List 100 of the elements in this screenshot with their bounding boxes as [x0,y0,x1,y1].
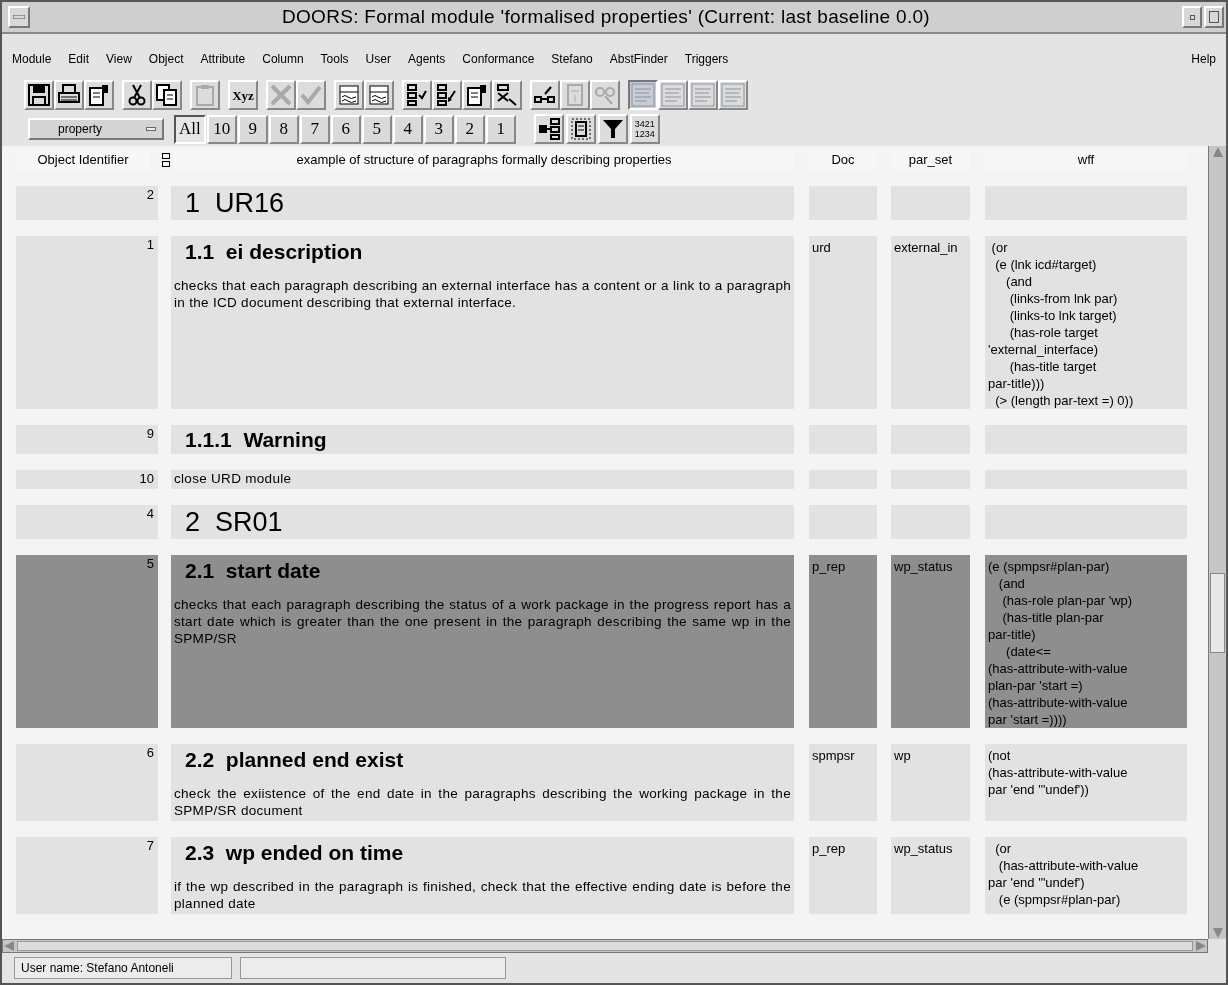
object-cell[interactable]: 2 SR01 [171,505,794,539]
level-button[interactable]: 8 [268,114,299,144]
scrollbar-thumb[interactable] [1210,573,1225,653]
minimize-button[interactable] [1182,6,1202,28]
object-heading: 2.2 planned end exist [184,747,405,773]
vertical-scrollbar[interactable] [1208,146,1226,939]
text-lines-icon [661,83,685,107]
minimize-icon [1189,14,1195,20]
row-number-cell[interactable]: 9 [16,425,158,454]
object-cell[interactable]: 1.1.1 Warning [171,425,794,454]
row-number-cell[interactable]: 1 [16,236,158,409]
list-check-button[interactable] [402,80,432,110]
list-move-button[interactable] [432,80,462,110]
maximize-icon [1209,11,1219,23]
row-number-cell[interactable]: 6 [16,744,158,821]
wff-cell: (or (has-attribute-with-value par 'end '"undef') (e (spmpsr#plan-par) [985,837,1187,914]
object-cell[interactable]: 2.2 planned end exist check the exiistence of the end date in the paragraphs describing the working package in the SPMP/SR document [171,744,794,821]
object-cell[interactable]: close URD module [171,470,794,489]
horizontal-scrollbar[interactable] [2,939,1208,953]
text-lines-icon [691,83,715,107]
save-button[interactable] [24,80,54,110]
menu-item[interactable]: Module [12,50,52,68]
par-set-cell: wp_status [891,837,970,914]
level-button[interactable]: 9 [237,114,268,144]
properties-button[interactable] [84,80,114,110]
page-select-button[interactable] [565,114,596,144]
cut-button[interactable] [122,80,152,110]
wff-cell: (not (has-attribute-with-value par 'end '"undef')) [985,744,1187,821]
row-number-cell[interactable]: 2 [16,186,158,220]
window-menu-button[interactable] [8,6,30,28]
row-number-cell[interactable]: 4 [16,505,158,539]
par-set-cell: wp [891,744,970,821]
level-button[interactable]: 2 [454,114,485,144]
menu-item[interactable]: Attribute [200,50,246,68]
sort-button[interactable]: 3421 1234 [629,114,660,144]
link-button[interactable] [530,80,560,110]
menu-item[interactable]: Conformance [462,50,535,68]
object-heading: 2.3 wp ended on time [184,840,405,866]
par-set-cell: wp_status [891,555,970,728]
level-button[interactable]: 3 [423,114,454,144]
doc-cell: p_rep [809,837,877,914]
list-icon [405,83,429,107]
level-button[interactable]: 6 [330,114,361,144]
copy-button[interactable] [152,80,182,110]
bar-icon [13,15,25,19]
user-name-status: User name: Stefano Antoneli [14,957,232,979]
outline-toggle-icon[interactable] [162,153,170,167]
text-style-button[interactable]: Xyz [228,80,258,110]
level-button[interactable]: 1 [485,114,516,144]
filter-button[interactable] [597,114,628,144]
level-button[interactable]: 10 [206,114,237,144]
scrollbar-thumb[interactable] [17,941,1193,951]
par-set-cell: external_in [891,236,970,409]
view-dropdown[interactable]: property [28,118,164,140]
window-title: DOORS: Formal module 'formalised properties' (Current: last baseline 0.0) [281,4,931,29]
print-button[interactable] [54,80,84,110]
object-cell[interactable]: 1 UR16 [171,186,794,220]
row-number-cell[interactable]: 5 [16,555,158,728]
copy-icon [155,83,179,107]
maximize-button[interactable] [1204,6,1224,28]
menu-item[interactable]: View [106,50,132,68]
hierarchy-button[interactable] [533,114,564,144]
menu-item[interactable]: Agents [407,50,446,68]
clipboard-icon [193,83,217,107]
menu-item[interactable]: Edit [68,50,90,68]
table-button[interactable] [334,80,364,110]
list-cross-icon [495,83,519,107]
object-heading: 1.1 ei description [184,239,364,265]
row-number-cell[interactable]: 10 [16,470,158,489]
level-button[interactable]: 5 [361,114,392,144]
level-button[interactable]: All [174,114,206,144]
wff-cell: (e (spmpsr#plan-par) (and (has-role plan-par 'wp) (has-title plan-par par-title) (date<= (has-attribute-with-value plan-par 'start =) (has-attribute-with-value par 'start =)))) [985,555,1187,728]
menu-item[interactable]: Tools [320,50,349,68]
dashed-page-icon [568,117,593,141]
menu-item[interactable]: Stefano [551,50,593,68]
object-cell[interactable] [171,555,794,728]
menu-item[interactable]: User [365,50,391,68]
hierarchy-icon [536,117,561,141]
level-button[interactable]: 7 [299,114,330,144]
list-arrow-icon [435,83,459,107]
menu-item[interactable]: Object [148,50,184,68]
text-lines-icon [721,83,745,107]
table-icon [367,83,391,107]
row-number-cell[interactable]: 7 [16,837,158,914]
object-cell[interactable]: 1.1 ei description checks that each paragraph describing an external interface has a content or a link to a paragraph in the ICD document describing that external interface. [171,236,794,409]
view-button[interactable] [628,80,658,110]
properties-button[interactable] [462,80,492,110]
menu-item[interactable]: AbstFinder [609,50,668,68]
menu-item[interactable]: Help [1191,50,1216,68]
menu-item[interactable]: Triggers [684,50,729,68]
table-button[interactable] [364,80,394,110]
doc-cell: spmpsr [809,744,877,821]
object-text: if the wp described in the paragraph is finished, check that the effective ending date is before the planned date [173,878,792,912]
dropdown-indicator-icon [146,127,156,131]
menu-item[interactable]: Column [262,50,304,68]
level-button[interactable]: 4 [392,114,423,144]
list-delete-button[interactable] [492,80,522,110]
filter-icon [600,117,625,141]
object-cell[interactable]: 2.3 wp ended on time if the wp described in the paragraph is finished, check that the effective ending date is before the planned date [171,837,794,914]
doc-cell: urd [809,236,877,409]
